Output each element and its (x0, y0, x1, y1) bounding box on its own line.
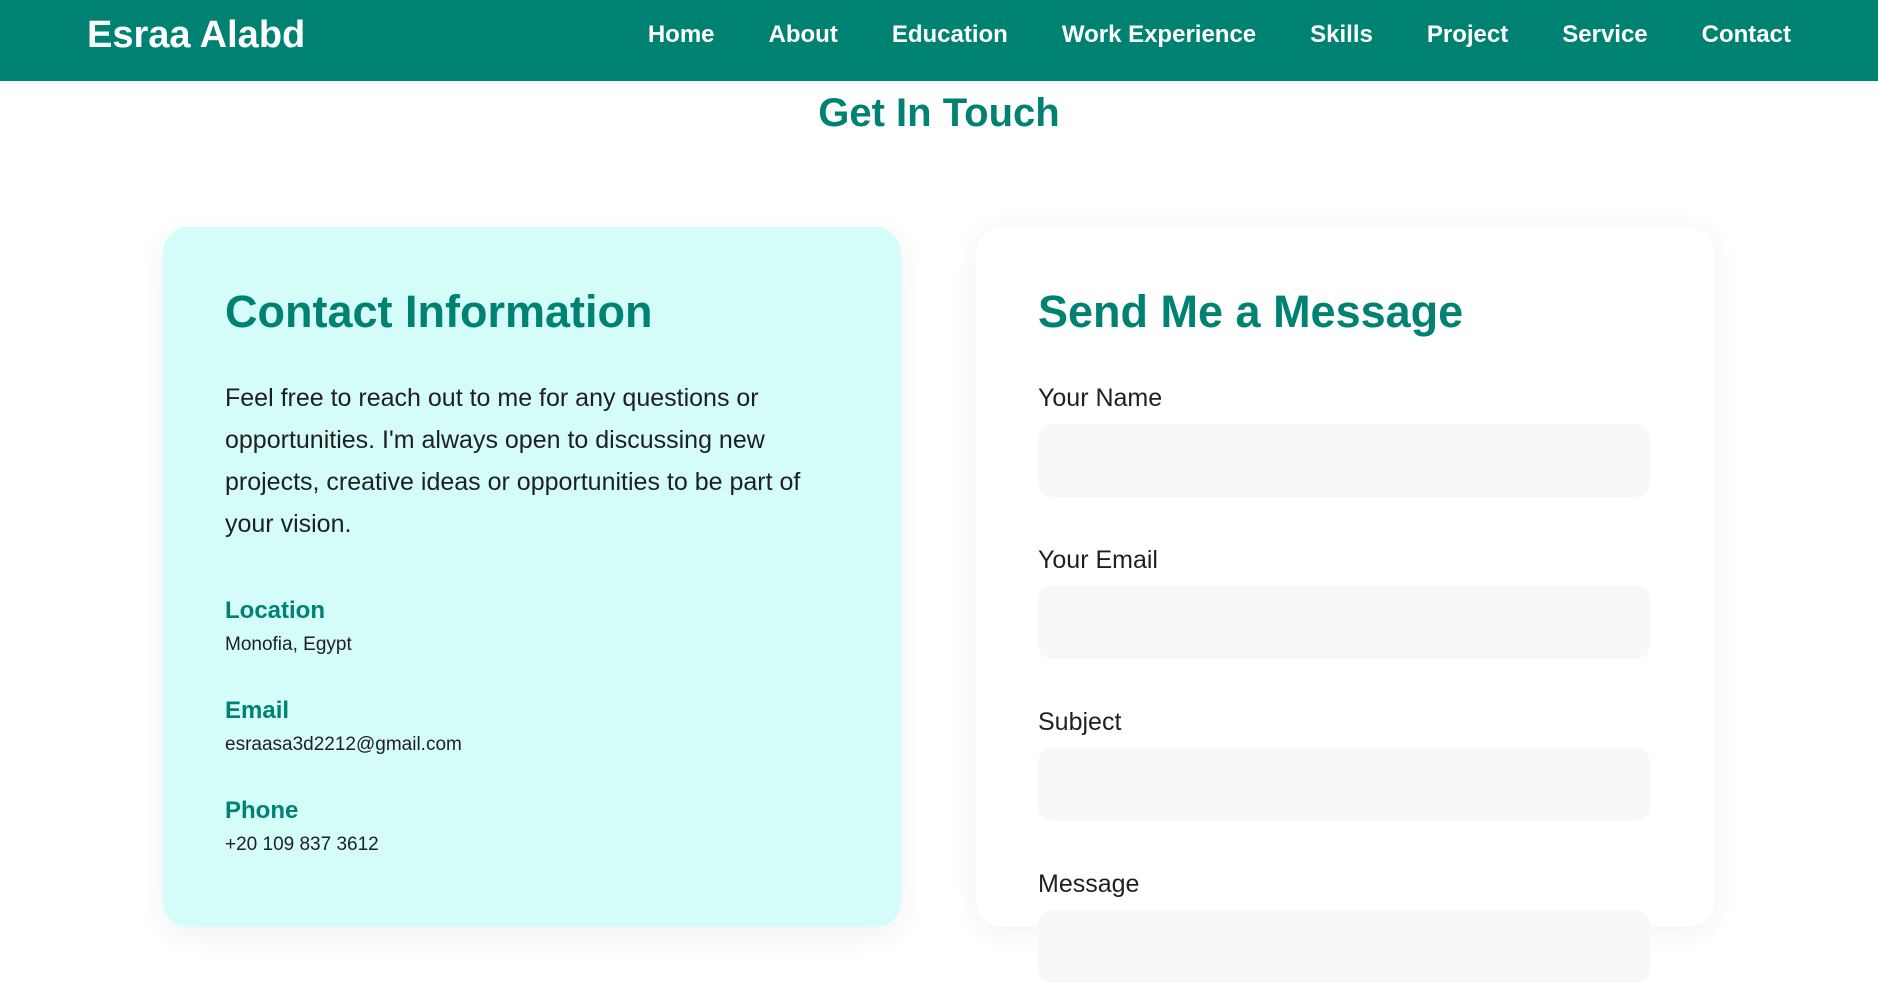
nav-link-work-experience[interactable]: Work Experience (1062, 21, 1256, 48)
nav-link-project[interactable]: Project (1427, 21, 1508, 48)
contact-value-location: Monofia, Egypt (225, 633, 352, 655)
contact-item-phone: Phone +20 109 837 3612 (225, 797, 839, 857)
message-form-title: Send Me a Message (1038, 286, 1464, 337)
nav-link-contact[interactable]: Contact (1702, 21, 1791, 48)
subject-input[interactable] (1038, 747, 1650, 821)
your-name-label: Your Name (1038, 383, 1163, 412)
nav-item-project: Project (1427, 21, 1508, 49)
contact-info-card: Contact Information Feel free to reach o… (163, 227, 901, 927)
brand-logo[interactable]: Esraa Alabd (87, 0, 305, 70)
nav-item-education: Education (892, 21, 1008, 49)
contact-intro-text: Feel free to reach out to me for any que… (225, 383, 801, 538)
nav-link-skills[interactable]: Skills (1310, 21, 1373, 48)
field-subject: Subject (1038, 707, 1652, 821)
contact-label-phone: Phone (225, 796, 299, 824)
field-your-name: Your Name (1038, 383, 1652, 497)
section-title: Get In Touch (818, 91, 1060, 135)
contact-value-phone: +20 109 837 3612 (225, 833, 379, 855)
nav-item-service: Service (1562, 21, 1647, 49)
nav-link-education[interactable]: Education (892, 21, 1008, 48)
contact-item-email: Email esraasa3d2212@gmail.com (225, 697, 839, 757)
your-email-label: Your Email (1038, 545, 1158, 574)
nav-link-home[interactable]: Home (648, 21, 715, 48)
nav-item-contact: Contact (1702, 21, 1791, 49)
nav-item-work-experience: Work Experience (1062, 21, 1256, 49)
nav-link-about[interactable]: About (769, 21, 838, 48)
field-message: Message (1038, 869, 1652, 983)
contact-item-location: Location Monofia, Egypt (225, 597, 839, 657)
your-email-input[interactable] (1038, 585, 1650, 659)
message-form-card: Send Me a Message Your Name Your Email S… (976, 227, 1714, 983)
message-label: Message (1038, 869, 1140, 898)
contact-info-title: Contact Information (225, 286, 653, 337)
nav-item-home: Home (648, 21, 715, 49)
your-name-input[interactable] (1038, 423, 1650, 497)
contact-label-email: Email (225, 696, 290, 724)
nav-link-service[interactable]: Service (1562, 21, 1647, 48)
contact-label-location: Location (225, 596, 325, 624)
message-input[interactable] (1038, 909, 1650, 983)
navbar: Esraa Alabd Home About Education Work Ex… (0, 0, 1878, 81)
nav-item-skills: Skills (1310, 21, 1373, 49)
field-your-email: Your Email (1038, 545, 1652, 659)
contact-value-email: esraasa3d2212@gmail.com (225, 733, 462, 755)
nav-links: Home About Education Work Experience Ski… (648, 0, 1791, 70)
subject-label: Subject (1038, 707, 1122, 736)
nav-item-about: About (769, 21, 838, 49)
